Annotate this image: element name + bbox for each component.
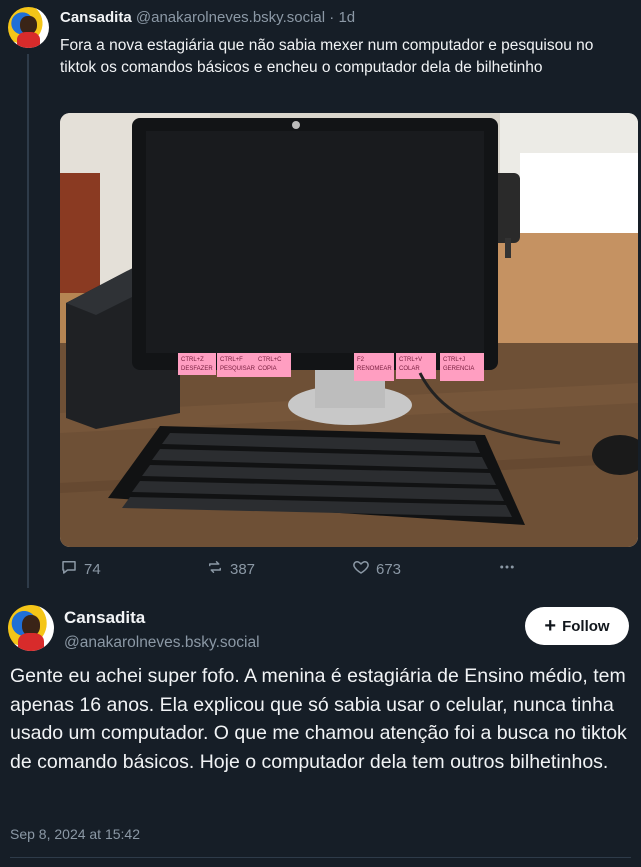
reply-count: 74: [84, 560, 101, 578]
like-count: 673: [376, 560, 402, 578]
svg-text:PESQUISAR: PESQUISAR: [220, 366, 256, 372]
svg-text:COLAR: COLAR: [399, 366, 420, 372]
ellipsis-icon: [498, 558, 516, 580]
speech-bubble-icon: [60, 558, 78, 580]
svg-text:CTRL+F: CTRL+F: [220, 357, 243, 363]
svg-text:GERENCIA: GERENCIA: [443, 366, 474, 372]
svg-text:CTRL+V: CTRL+V: [399, 357, 422, 363]
heart-icon: [352, 558, 370, 580]
svg-text:RENOMEAR: RENOMEAR: [357, 366, 392, 372]
author-handle[interactable]: @anakarolneves.bsky.social: [64, 634, 260, 652]
avatar[interactable]: [8, 7, 49, 48]
more-button[interactable]: [498, 557, 516, 581]
follow-button[interactable]: + Follow: [525, 607, 629, 645]
svg-text:DESFAZER: DESFAZER: [181, 366, 213, 372]
author-handle[interactable]: @anakarolneves.bsky.social: [136, 9, 325, 26]
thread-line: [27, 54, 29, 588]
svg-text:CTRL+Z: CTRL+Z: [181, 357, 204, 363]
repost-count: 387: [230, 560, 256, 578]
svg-text:COPIA: COPIA: [258, 366, 277, 372]
post-image[interactable]: CTRL+Z DESFAZER CTRL+F PESQUISAR CTRL+C COP…: [60, 113, 638, 547]
divider: [10, 857, 631, 858]
post-text: Fora a nova estagiária que não sabia mex…: [60, 37, 594, 76]
like-button[interactable]: 673: [352, 557, 401, 581]
repost-button[interactable]: 387: [206, 557, 255, 581]
avatar[interactable]: [8, 605, 54, 651]
post-text: Gente eu achei super fofo. A menina é es…: [10, 665, 627, 773]
post-time[interactable]: 1d: [338, 9, 355, 26]
repost-arrows-icon: [206, 558, 224, 580]
svg-text:CTRL+J: CTRL+J: [443, 357, 465, 363]
post-header: Cansadita @anakarolneves.bsky.social · 1…: [60, 9, 355, 26]
svg-text:F2: F2: [357, 357, 365, 363]
reply-button[interactable]: 74: [60, 557, 101, 581]
author-name[interactable]: Cansadita: [60, 9, 132, 26]
post-timestamp[interactable]: Sep 8, 2024 at 15:42: [10, 826, 140, 842]
meta-separator: ·: [325, 9, 339, 26]
svg-text:CTRL+C: CTRL+C: [258, 357, 282, 363]
follow-label: Follow: [562, 617, 610, 635]
author-name[interactable]: Cansadita: [64, 608, 145, 628]
plus-icon: +: [544, 615, 557, 637]
